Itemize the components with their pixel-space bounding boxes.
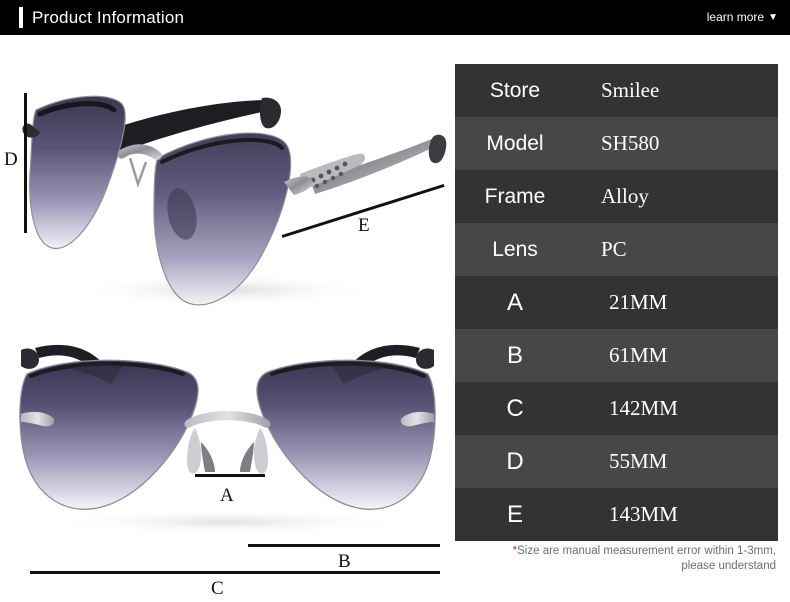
disclaimer-line-1: Size are manual measurement error within… <box>517 545 776 557</box>
spec-value: 21MM <box>609 290 668 314</box>
spec-label: Frame <box>484 184 546 208</box>
table-row: A 21MM <box>455 276 778 329</box>
learn-more-label: learn more <box>706 10 765 24</box>
specification-table-body: Store Smilee Model SH580 Frame Alloy Lens PC A 21… <box>455 64 778 541</box>
learn-more-button[interactable]: learn more ▼ <box>707 10 778 25</box>
measure-label-d: D <box>4 149 18 170</box>
spec-value: 142MM <box>609 396 678 420</box>
spec-label: B <box>506 341 523 369</box>
spec-label: A <box>506 288 523 316</box>
table-row: D 55MM <box>455 435 778 488</box>
measure-label-b: B <box>338 551 351 572</box>
table-row: B 61MM <box>455 329 778 382</box>
measure-line-c <box>30 571 440 574</box>
measure-label-c: C <box>211 578 224 599</box>
spec-value: Smilee <box>601 78 660 102</box>
page-title: Product Information <box>32 8 185 27</box>
spec-value: 143MM <box>609 502 678 526</box>
table-row: C 142MM <box>455 382 778 435</box>
product-information-page: Product Information learn more ▼ D E A B… <box>0 0 790 602</box>
measure-label-a: A <box>220 485 234 506</box>
spec-value: Alloy <box>601 184 649 208</box>
header-bar: Product Information learn more ▼ <box>0 0 790 35</box>
spec-label: D <box>506 447 524 475</box>
spec-value: 61MM <box>609 343 668 367</box>
spec-value: PC <box>601 237 627 261</box>
product-image-angled-view <box>10 62 450 317</box>
spec-label: Model <box>486 131 544 155</box>
table-row: Frame Alloy <box>455 170 778 223</box>
disclaimer-line-2: please understand <box>681 560 776 572</box>
spec-value: 55MM <box>609 449 668 473</box>
table-row: E 143MM <box>455 488 778 541</box>
spec-label: Lens <box>492 237 538 261</box>
spec-label: C <box>506 394 524 422</box>
spec-label: E <box>506 500 523 528</box>
chevron-down-icon: ▼ <box>768 11 778 23</box>
spec-label: Store <box>489 78 541 102</box>
measure-label-e: E <box>358 215 370 236</box>
measure-line-a <box>195 474 265 477</box>
measurement-disclaimer: *Size are manual measurement error withi… <box>455 544 778 574</box>
specification-table: Store Smilee Model SH580 Frame Alloy Lens PC A 21… <box>455 64 778 541</box>
table-row: Model SH580 <box>455 117 778 170</box>
measure-line-b <box>248 544 440 547</box>
header-accent-bar <box>19 7 23 28</box>
spec-value: SH580 <box>601 131 660 155</box>
table-row: Lens PC <box>455 223 778 276</box>
measure-line-d <box>24 93 27 233</box>
table-row: Store Smilee <box>455 64 778 117</box>
